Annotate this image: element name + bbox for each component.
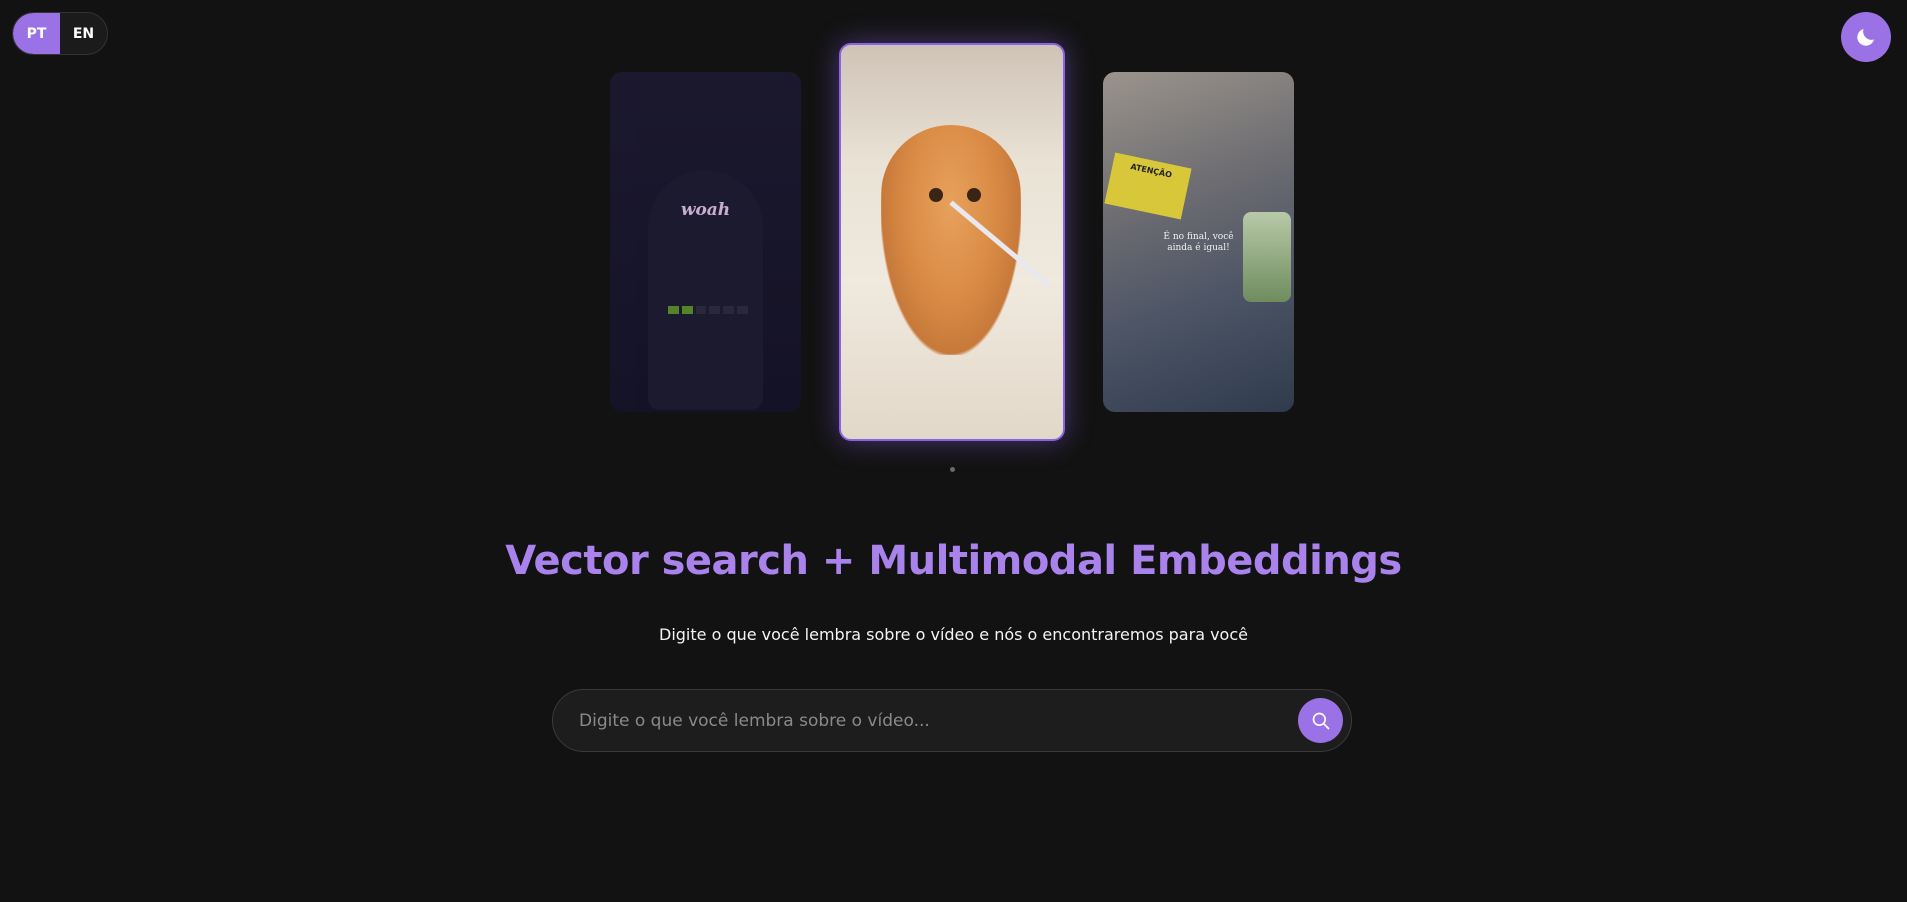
- video-overlay-text: woah: [680, 200, 731, 220]
- robot-lights: [668, 306, 748, 314]
- car-window: [1243, 212, 1291, 302]
- carousel-indicator-dot[interactable]: [950, 467, 955, 472]
- cat-eye-left: [929, 188, 943, 202]
- video-carousel: woah ATENÇÃO É no final, você ainda é ig…: [0, 0, 1907, 480]
- video-overlay-text: É no final, você ainda é igual!: [1163, 232, 1234, 253]
- search-button[interactable]: [1298, 698, 1343, 743]
- page-subtitle: Digite o que você lembra sobre o vídeo e…: [659, 625, 1248, 644]
- search-input[interactable]: [579, 700, 1298, 741]
- video-card-right[interactable]: ATENÇÃO É no final, você ainda é igual!: [1103, 72, 1294, 412]
- warning-sign: ATENÇÃO: [1104, 152, 1192, 220]
- cat-eye-right: [967, 188, 981, 202]
- video-card-center-selected[interactable]: [839, 43, 1065, 441]
- page-title: Vector search + Multimodal Embeddings: [505, 538, 1402, 584]
- video-card-left[interactable]: woah: [610, 72, 801, 412]
- search-bar: [552, 689, 1352, 752]
- search-icon: [1312, 712, 1329, 729]
